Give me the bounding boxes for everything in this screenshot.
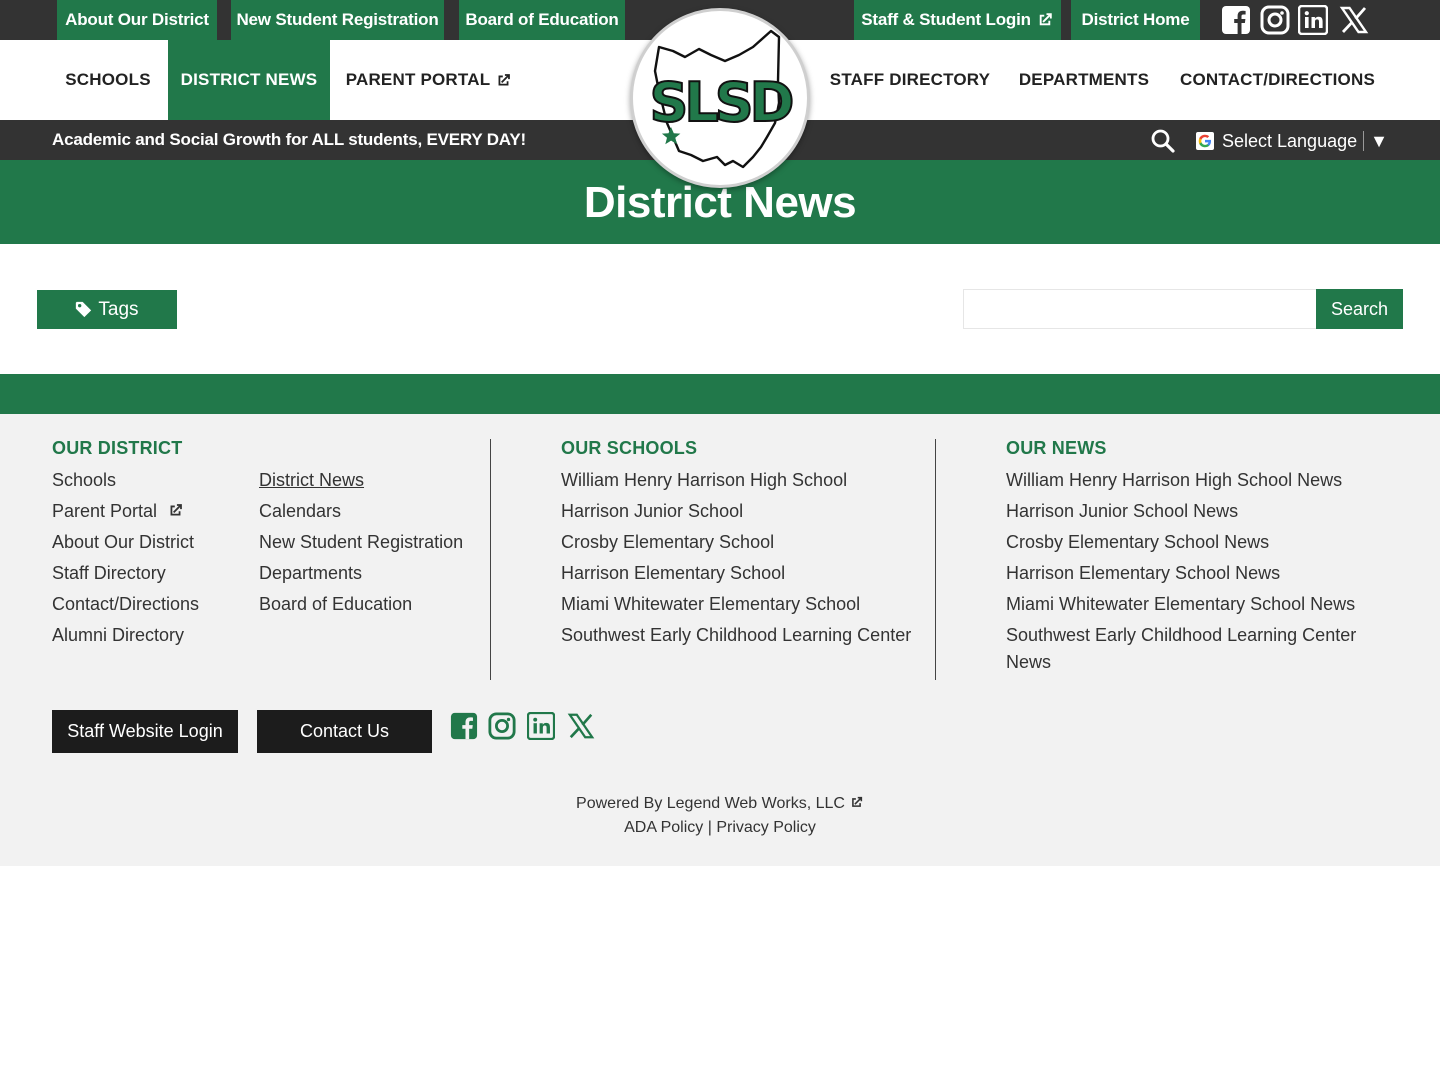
footer-link-news[interactable]: Miami Whitewater Elementary School News bbox=[1006, 591, 1355, 618]
district-home-link[interactable]: District Home bbox=[1071, 0, 1200, 40]
footer-link-news[interactable]: Harrison Elementary School News bbox=[1006, 560, 1280, 587]
nav-item-district-news[interactable]: DISTRICT NEWS bbox=[168, 40, 330, 120]
staff-student-login-label: Staff & Student Login bbox=[861, 10, 1031, 29]
staff-student-login-link[interactable]: Staff & Student Login bbox=[854, 0, 1061, 40]
policy-separator: | bbox=[707, 819, 712, 836]
tag-icon bbox=[75, 301, 92, 318]
footer-link-school[interactable]: Harrison Elementary School bbox=[561, 560, 785, 587]
nav-item-parent-portal[interactable]: PARENT PORTAL bbox=[338, 40, 520, 120]
external-link-icon bbox=[1036, 11, 1054, 29]
footer-link-staff-directory[interactable]: Staff Directory bbox=[52, 560, 166, 587]
footer-link-news[interactable]: Crosby Elementary School News bbox=[1006, 529, 1269, 556]
external-link-icon bbox=[167, 502, 184, 519]
board-of-education-label: Board of Education bbox=[465, 10, 619, 29]
search-icon[interactable] bbox=[1150, 128, 1176, 154]
powered-by[interactable]: Powered By Legend Web Works, LLC bbox=[0, 795, 1440, 813]
nav-item-parent-portal-label: PARENT PORTAL bbox=[345, 70, 491, 89]
new-student-registration-label: New Student Registration bbox=[236, 10, 439, 29]
facebook-icon[interactable] bbox=[449, 711, 479, 741]
nav-item-district-news-label: DISTRICT NEWS bbox=[180, 70, 318, 89]
footer-link-calendars[interactable]: Calendars bbox=[259, 498, 341, 525]
footer-link-parent-portal-label: Parent Portal bbox=[52, 501, 158, 521]
linkedin-icon[interactable] bbox=[1297, 4, 1329, 36]
footer-heading-schools: OUR SCHOOLS bbox=[561, 438, 698, 458]
contact-us-button[interactable]: Contact Us bbox=[257, 710, 432, 753]
footer-link-school[interactable]: William Henry Harrison High School bbox=[561, 467, 847, 494]
search-button-label: Search bbox=[1330, 298, 1389, 319]
footer-link-news[interactable]: William Henry Harrison High School News bbox=[1006, 467, 1342, 494]
privacy-policy-link[interactable]: Privacy Policy bbox=[716, 819, 816, 836]
footer-link-board[interactable]: Board of Education bbox=[259, 591, 412, 618]
news-search-input[interactable] bbox=[963, 289, 1316, 329]
nav-item-schools[interactable]: SCHOOLS bbox=[52, 40, 164, 120]
ada-policy-link[interactable]: ADA Policy bbox=[624, 819, 703, 836]
tags-button-label: Tags bbox=[98, 298, 139, 320]
search-button[interactable]: Search bbox=[1316, 289, 1403, 329]
about-our-district-label: About Our District bbox=[65, 10, 209, 29]
district-logo[interactable]: SLSD bbox=[630, 8, 810, 188]
language-select[interactable]: Select Language ▼ bbox=[1196, 128, 1388, 154]
footer-link-school[interactable]: Crosby Elementary School bbox=[561, 529, 774, 556]
policy-links: ADA Policy | Privacy Policy bbox=[0, 819, 1440, 837]
footer-link-alumni[interactable]: Alumni Directory bbox=[52, 622, 184, 649]
google-icon bbox=[1196, 132, 1214, 150]
nav-item-staff-directory[interactable]: STAFF DIRECTORY bbox=[825, 40, 995, 120]
footer-link-about[interactable]: About Our District bbox=[52, 529, 194, 556]
footer-link-school[interactable]: Southwest Early Childhood Learning Cente… bbox=[561, 622, 911, 649]
tagline: Academic and Social Growth for ALL stude… bbox=[52, 130, 526, 149]
language-select-label: Select Language bbox=[1222, 130, 1358, 151]
external-link-icon bbox=[495, 72, 512, 89]
external-link-icon bbox=[849, 795, 864, 810]
footer-link-school[interactable]: Harrison Junior School bbox=[561, 498, 743, 525]
footer-divider bbox=[490, 439, 491, 680]
staff-website-login-button[interactable]: Staff Website Login bbox=[52, 710, 238, 753]
nav-item-contact-directions-label: CONTACT/DIRECTIONS bbox=[1180, 70, 1375, 89]
tags-button[interactable]: Tags bbox=[37, 290, 177, 329]
contact-us-label: Contact Us bbox=[299, 721, 390, 741]
footer-link-schools[interactable]: Schools bbox=[52, 467, 116, 494]
footer-top-band bbox=[0, 374, 1440, 414]
nav-item-schools-label: SCHOOLS bbox=[65, 70, 151, 89]
footer-link-departments[interactable]: Departments bbox=[259, 560, 362, 587]
logo-text: SLSD bbox=[649, 71, 791, 134]
staff-website-login-label: Staff Website Login bbox=[67, 721, 223, 741]
footer-heading-district: OUR DISTRICT bbox=[52, 438, 183, 458]
footer-link-new-student[interactable]: New Student Registration bbox=[259, 529, 463, 556]
nav-item-contact-directions[interactable]: CONTACT/DIRECTIONS bbox=[1170, 40, 1385, 120]
new-student-registration-link[interactable]: New Student Registration bbox=[231, 0, 444, 40]
instagram-icon[interactable] bbox=[1259, 4, 1291, 36]
footer-link-news[interactable]: Southwest Early Childhood Learning Cente… bbox=[1006, 622, 1376, 676]
footer-link-parent-portal[interactable]: Parent Portal bbox=[52, 498, 184, 525]
x-icon[interactable] bbox=[1338, 4, 1370, 36]
footer-link-contact[interactable]: Contact/Directions bbox=[52, 591, 199, 618]
chevron-down-icon: ▼ bbox=[1370, 130, 1388, 151]
language-separator bbox=[1363, 131, 1365, 151]
nav-item-staff-directory-label: STAFF DIRECTORY bbox=[829, 70, 991, 89]
footer-link-news[interactable]: Harrison Junior School News bbox=[1006, 498, 1238, 525]
footer-heading-news: OUR NEWS bbox=[1006, 438, 1107, 458]
footer-link-school[interactable]: Miami Whitewater Elementary School bbox=[561, 591, 860, 618]
footer-divider bbox=[935, 439, 936, 680]
district-home-label: District Home bbox=[1081, 10, 1190, 29]
powered-by-label: Powered By Legend Web Works, LLC bbox=[576, 795, 845, 812]
board-of-education-link[interactable]: Board of Education bbox=[459, 0, 625, 40]
x-icon[interactable] bbox=[566, 711, 596, 741]
instagram-icon[interactable] bbox=[487, 711, 517, 741]
linkedin-icon[interactable] bbox=[526, 711, 556, 741]
nav-item-departments-label: DEPARTMENTS bbox=[1018, 70, 1150, 89]
facebook-icon[interactable] bbox=[1220, 4, 1252, 36]
nav-item-departments[interactable]: DEPARTMENTS bbox=[1010, 40, 1158, 120]
about-our-district-link[interactable]: About Our District bbox=[57, 0, 217, 40]
footer-link-district-news[interactable]: District News bbox=[259, 467, 364, 494]
